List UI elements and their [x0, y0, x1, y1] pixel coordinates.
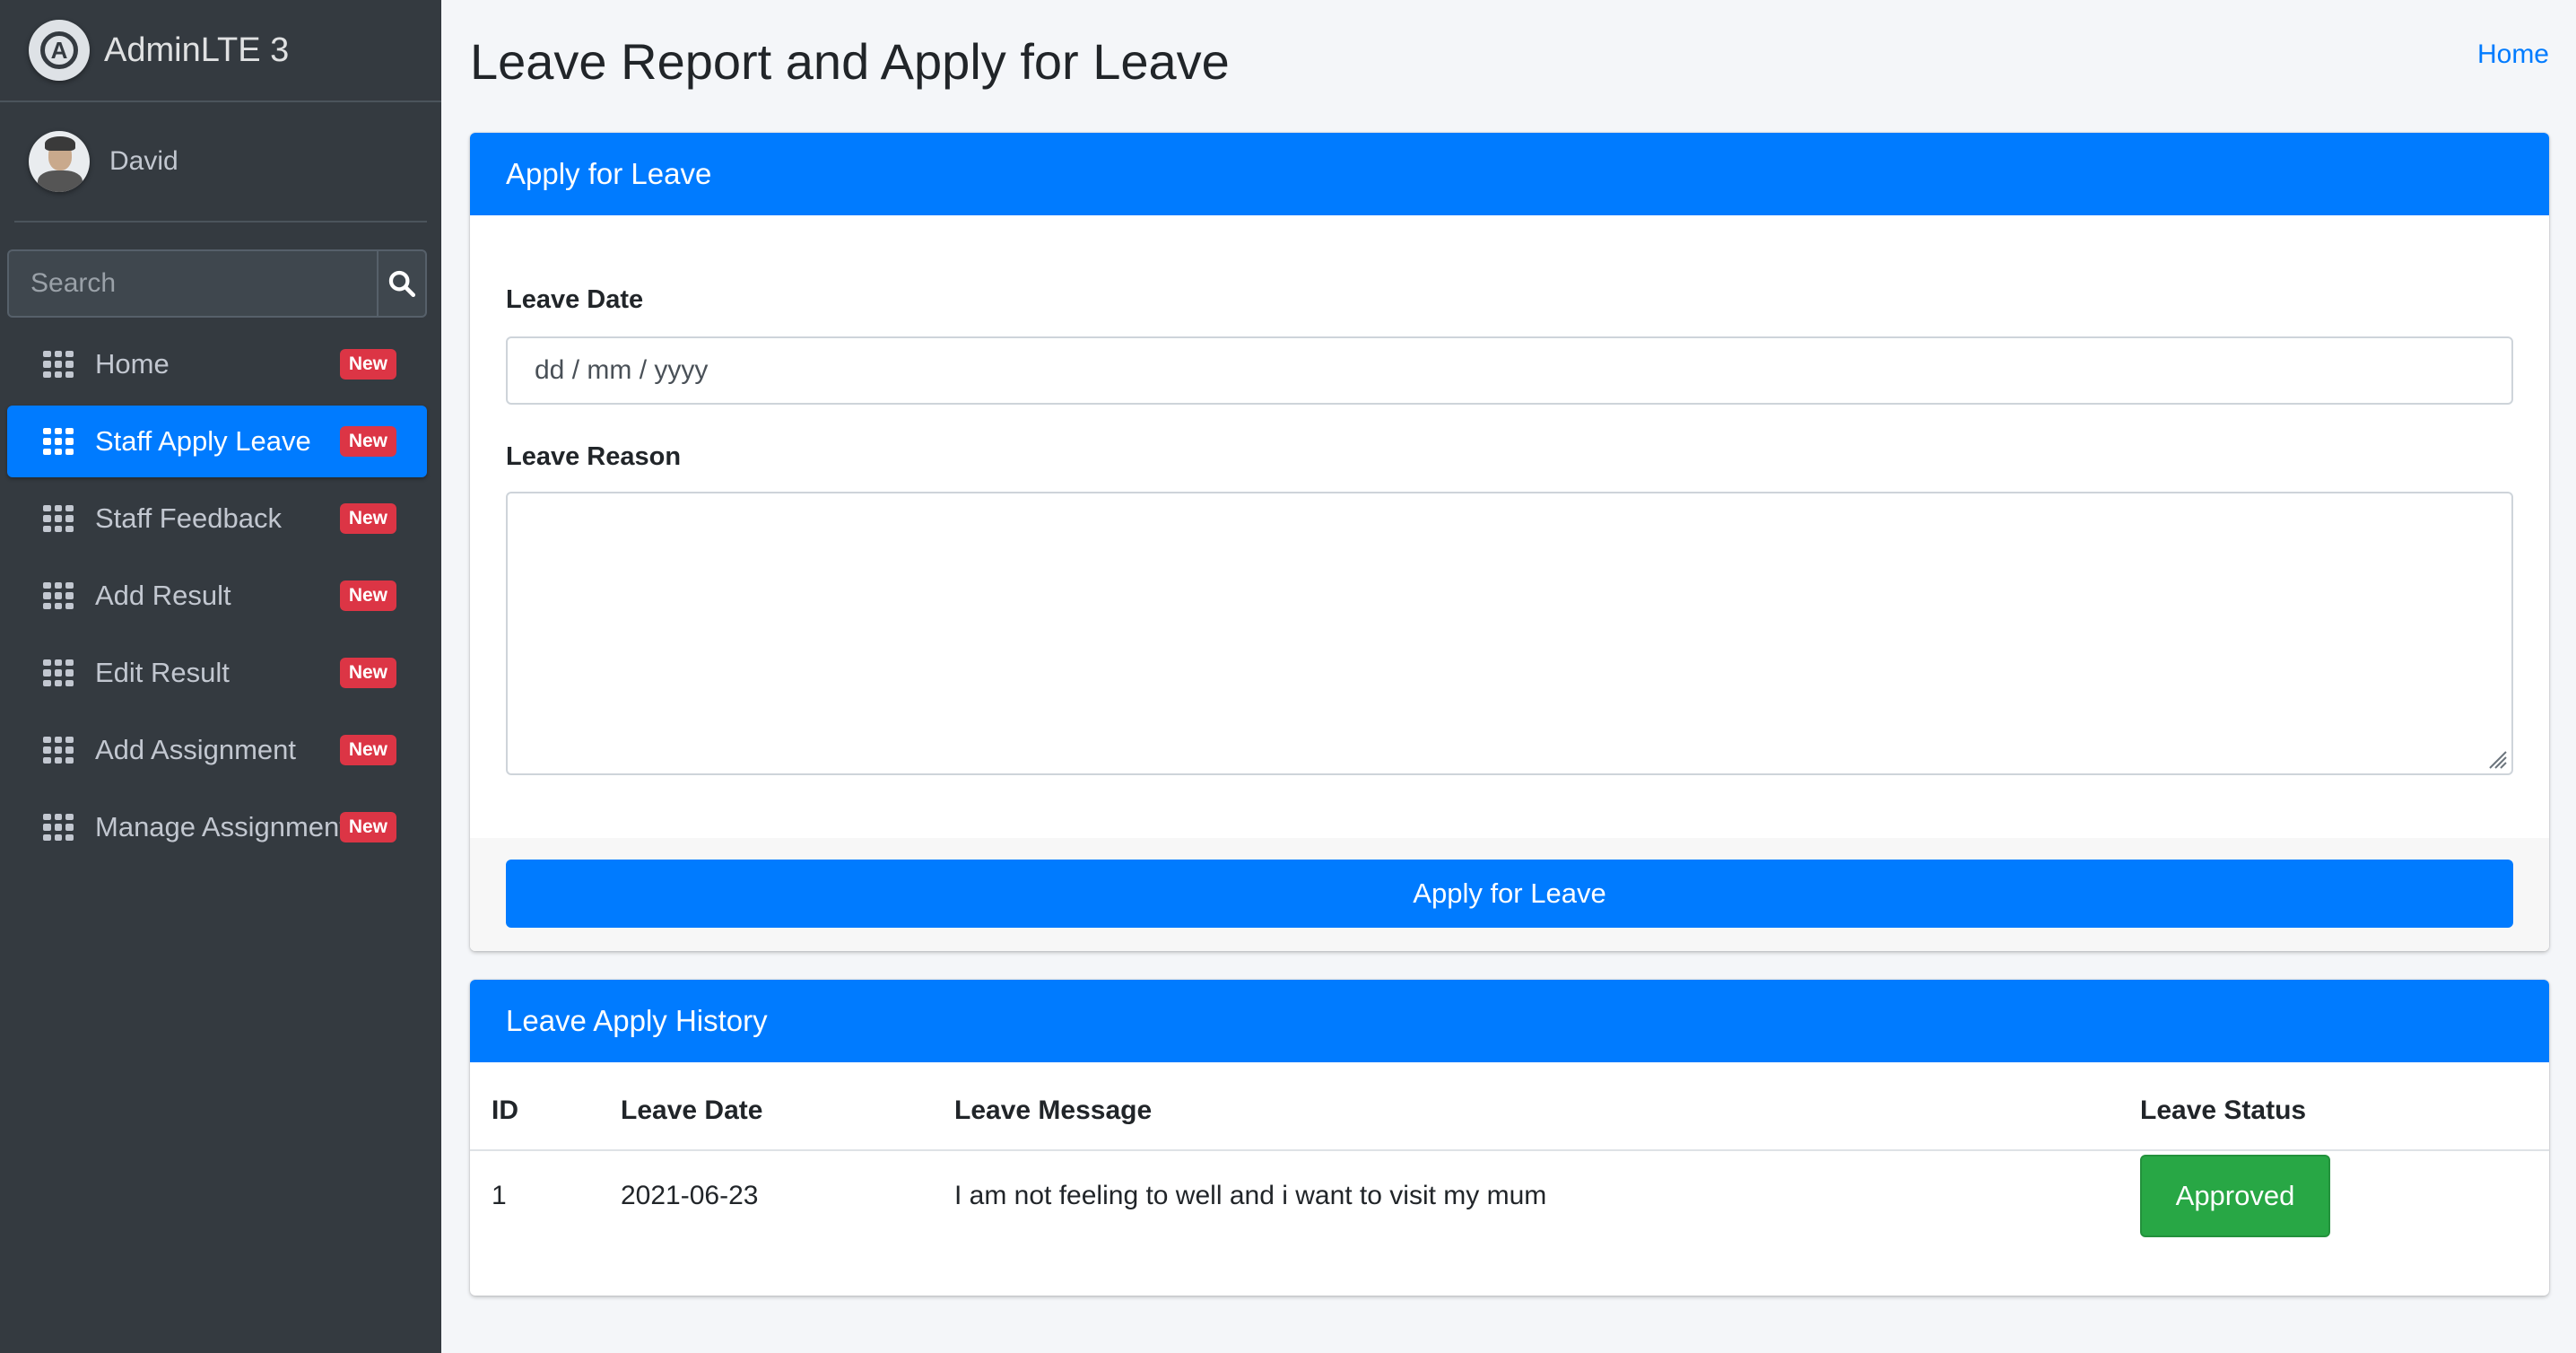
avatar[interactable] — [29, 131, 90, 192]
new-badge: New — [339, 426, 396, 457]
sidebar-item-manage-assignments[interactable]: Manage Assignments New — [7, 791, 427, 863]
grid-icon — [43, 351, 74, 378]
apply-leave-card: Apply for Leave Leave Date dd / mm / yyy… — [470, 133, 2549, 951]
sidebar-item-label: Staff Apply Leave — [95, 425, 311, 457]
sidebar-item-add-result[interactable]: Add Result New — [7, 560, 427, 632]
new-badge: New — [339, 349, 396, 380]
apply-for-leave-button[interactable]: Apply for Leave — [506, 860, 2513, 928]
user-name[interactable]: David — [109, 146, 178, 177]
grid-icon — [43, 814, 74, 841]
sidebar: A AdminLTE 3 David Home New Staff Apply … — [0, 0, 441, 1353]
leave-reason-textarea[interactable] — [506, 492, 2513, 775]
sidebar-item-edit-result[interactable]: Edit Result New — [7, 637, 427, 709]
column-header-leave-message: Leave Message — [954, 1062, 2140, 1151]
leave-reason-label: Leave Reason — [506, 442, 682, 471]
new-badge: New — [339, 580, 396, 611]
sidebar-item-add-assignment[interactable]: Add Assignment New — [7, 714, 427, 786]
column-header-id: ID — [470, 1062, 621, 1151]
breadcrumb-home-link[interactable]: Home — [2477, 39, 2549, 70]
search-button[interactable] — [377, 251, 425, 316]
leave-history-table: ID Leave Date Leave Message Leave Status… — [470, 1062, 2549, 1240]
sidebar-item-staff-feedback[interactable]: Staff Feedback New — [7, 483, 427, 554]
new-badge: New — [339, 658, 396, 688]
cell-id: 1 — [492, 1180, 507, 1210]
grid-icon — [43, 505, 74, 532]
table-header-row: ID Leave Date Leave Message Leave Status — [470, 1062, 2549, 1151]
leave-history-card: Leave Apply History ID Leave Date Leave … — [470, 980, 2549, 1296]
grid-icon — [43, 737, 74, 764]
leave-form: Leave Date dd / mm / yyyy Leave Reason — [470, 215, 2549, 775]
sidebar-item-label: Edit Result — [95, 657, 230, 688]
cell-leave-status: Approved — [2140, 1150, 2549, 1240]
adminlte-logo-icon: A — [29, 20, 90, 81]
grid-icon — [43, 428, 74, 455]
sidebar-item-staff-apply-leave[interactable]: Staff Apply Leave New — [7, 406, 427, 477]
sidebar-nav: Home New Staff Apply Leave New Staff Fee… — [0, 328, 441, 863]
search-input[interactable] — [9, 251, 377, 316]
column-header-leave-date: Leave Date — [621, 1062, 954, 1151]
brand-name: AdminLTE 3 — [104, 31, 290, 69]
sidebar-item-label: Home — [95, 348, 170, 380]
sidebar-item-home[interactable]: Home New — [7, 328, 427, 400]
card-title: Leave Apply History — [470, 980, 2549, 1062]
sidebar-item-label: Add Assignment — [95, 734, 297, 765]
new-badge: New — [339, 812, 396, 842]
table-row: 1 2021-06-23 I am not feeling to well an… — [470, 1150, 2549, 1240]
column-header-leave-status: Leave Status — [2140, 1062, 2549, 1151]
date-placeholder: dd / mm / yyyy — [535, 355, 709, 385]
card-title: Apply for Leave — [470, 133, 2549, 215]
resize-handle-icon[interactable] — [2486, 748, 2508, 770]
grid-icon — [43, 659, 74, 686]
sidebar-item-label: Manage Assignments — [95, 811, 343, 842]
search-icon — [388, 270, 416, 298]
page-title: Leave Report and Apply for Leave — [470, 33, 1230, 90]
leave-date-input[interactable]: dd / mm / yyyy — [506, 336, 2513, 405]
grid-icon — [43, 582, 74, 609]
status-badge[interactable]: Approved — [2140, 1154, 2330, 1237]
user-panel: David — [14, 102, 427, 223]
content-wrapper: Leave Report and Apply for Leave Home Ap… — [441, 0, 2576, 1353]
sidebar-item-label: Staff Feedback — [95, 502, 282, 534]
leave-date-label: Leave Date — [506, 285, 644, 314]
cell-leave-message: I am not feeling to well and i want to v… — [954, 1180, 1547, 1210]
new-badge: New — [339, 503, 396, 534]
sidebar-item-label: Add Result — [95, 580, 231, 611]
new-badge: New — [339, 735, 396, 765]
cell-leave-date: 2021-06-23 — [621, 1180, 759, 1210]
brand-link[interactable]: A AdminLTE 3 — [0, 0, 441, 102]
card-footer: Apply for Leave — [470, 838, 2549, 951]
sidebar-search — [7, 249, 427, 318]
